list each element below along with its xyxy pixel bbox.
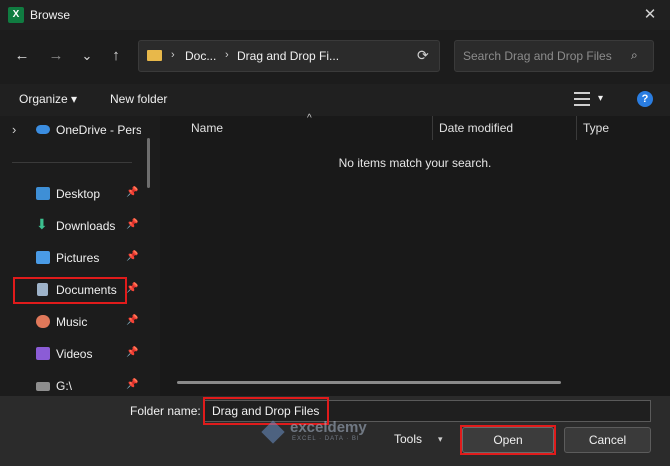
recent-locations-button[interactable]: ⌄ bbox=[76, 45, 98, 67]
pin-icon: 📌 bbox=[126, 219, 139, 230]
organize-label: Organize bbox=[19, 92, 68, 106]
sidebar-item-videos[interactable]: Videos 📌 bbox=[0, 340, 145, 368]
pin-icon: 📌 bbox=[126, 315, 139, 326]
breadcrumb-documents[interactable]: Doc... bbox=[185, 49, 216, 63]
chevron-down-icon[interactable]: ▾ bbox=[598, 93, 603, 104]
folder-icon bbox=[147, 50, 162, 61]
navigation-pane: › OneDrive - Perso Desktop 📌 ⬇ Downloads… bbox=[0, 116, 158, 396]
pin-icon: 📌 bbox=[126, 379, 139, 390]
pin-icon: 📌 bbox=[126, 283, 139, 294]
chevron-down-icon: ▾ bbox=[71, 92, 78, 106]
search-box[interactable]: Search Drag and Drop Files ⌕ bbox=[454, 40, 654, 72]
column-divider[interactable] bbox=[576, 116, 577, 140]
new-folder-button[interactable]: New folder bbox=[110, 92, 167, 106]
refresh-icon[interactable]: ⟳ bbox=[417, 47, 429, 64]
view-options-icon[interactable] bbox=[574, 92, 590, 106]
column-header-type[interactable]: Type bbox=[583, 121, 609, 135]
music-icon bbox=[36, 315, 50, 328]
sidebar-item-onedrive[interactable]: › OneDrive - Perso bbox=[0, 116, 145, 144]
pin-icon: 📌 bbox=[126, 347, 139, 358]
search-icon: ⌕ bbox=[631, 48, 638, 62]
sidebar-item-downloads[interactable]: ⬇ Downloads 📌 bbox=[0, 212, 145, 240]
file-list-pane: ^ Name Date modified Type No items match… bbox=[160, 113, 670, 396]
sidebar-item-pictures[interactable]: Pictures 📌 bbox=[0, 244, 145, 272]
sidebar-item-label: Videos bbox=[56, 347, 93, 361]
folder-name-label: Folder name: bbox=[130, 404, 201, 418]
organize-button[interactable]: Organize ▾ bbox=[19, 92, 77, 106]
help-icon[interactable]: ? bbox=[637, 91, 653, 107]
empty-message: No items match your search. bbox=[338, 156, 492, 170]
up-button[interactable]: ↑ bbox=[105, 45, 127, 67]
cancel-button[interactable]: Cancel bbox=[564, 427, 651, 453]
desktop-icon bbox=[36, 187, 50, 200]
pin-icon: 📌 bbox=[126, 251, 139, 262]
pictures-icon bbox=[36, 251, 50, 264]
excel-app-icon: X bbox=[8, 7, 24, 23]
download-icon: ⬇ bbox=[36, 216, 48, 232]
back-button[interactable]: ← bbox=[11, 45, 33, 67]
exceldemy-logo-icon bbox=[261, 420, 285, 444]
sidebar-item-label: Desktop bbox=[56, 187, 101, 201]
breadcrumb-chevron: › bbox=[171, 49, 175, 61]
chevron-right-icon[interactable]: › bbox=[12, 122, 16, 137]
search-input[interactable]: Search Drag and Drop Files bbox=[463, 49, 612, 63]
sidebar-item-label: OneDrive - Perso bbox=[56, 123, 141, 137]
dialog-footer: Folder name: Drag and Drop Files excelde… bbox=[0, 396, 670, 466]
column-header-name[interactable]: Name bbox=[191, 121, 223, 135]
breadcrumb-chevron: › bbox=[225, 49, 229, 61]
window-title: Browse bbox=[30, 8, 71, 22]
command-bar: Organize ▾ New folder ▾ ? bbox=[0, 84, 670, 116]
sidebar-item-label: Pictures bbox=[56, 251, 100, 265]
watermark-name: exceldemy bbox=[290, 419, 367, 436]
divider bbox=[12, 162, 132, 163]
address-bar[interactable]: › Doc... › Drag and Drop Fi... ⟳ bbox=[138, 40, 440, 72]
column-divider[interactable] bbox=[432, 116, 433, 140]
sort-arrow-icon: ^ bbox=[307, 113, 312, 124]
drive-icon bbox=[36, 382, 50, 391]
tools-button[interactable]: Tools bbox=[394, 432, 422, 446]
sidebar-item-music[interactable]: Music 📌 bbox=[0, 308, 145, 336]
documents-highlight-box bbox=[13, 277, 127, 304]
pin-icon: 📌 bbox=[126, 187, 139, 198]
sidebar-item-label: G:\ bbox=[56, 379, 73, 393]
chevron-down-icon[interactable]: ▾ bbox=[438, 434, 443, 445]
sidebar-item-label: Downloads bbox=[56, 219, 116, 233]
title-bar: X Browse ✕ bbox=[0, 0, 670, 30]
column-header-date-modified[interactable]: Date modified bbox=[439, 121, 513, 135]
watermark-logo: exceldemy EXCEL · DATA · BI bbox=[261, 418, 408, 446]
open-highlight-box bbox=[460, 425, 556, 455]
cloud-icon bbox=[36, 125, 50, 134]
videos-icon bbox=[36, 347, 50, 360]
sidebar-item-desktop[interactable]: Desktop 📌 bbox=[0, 180, 145, 208]
horizontal-scrollbar[interactable] bbox=[177, 381, 561, 384]
nav-scrollbar[interactable] bbox=[147, 138, 150, 188]
forward-button[interactable]: → bbox=[45, 45, 67, 67]
close-icon[interactable]: ✕ bbox=[638, 4, 662, 26]
breadcrumb-current-folder[interactable]: Drag and Drop Fi... bbox=[237, 49, 339, 63]
sidebar-item-label: Music bbox=[56, 315, 88, 329]
watermark-tagline: EXCEL · DATA · BI bbox=[292, 436, 360, 442]
